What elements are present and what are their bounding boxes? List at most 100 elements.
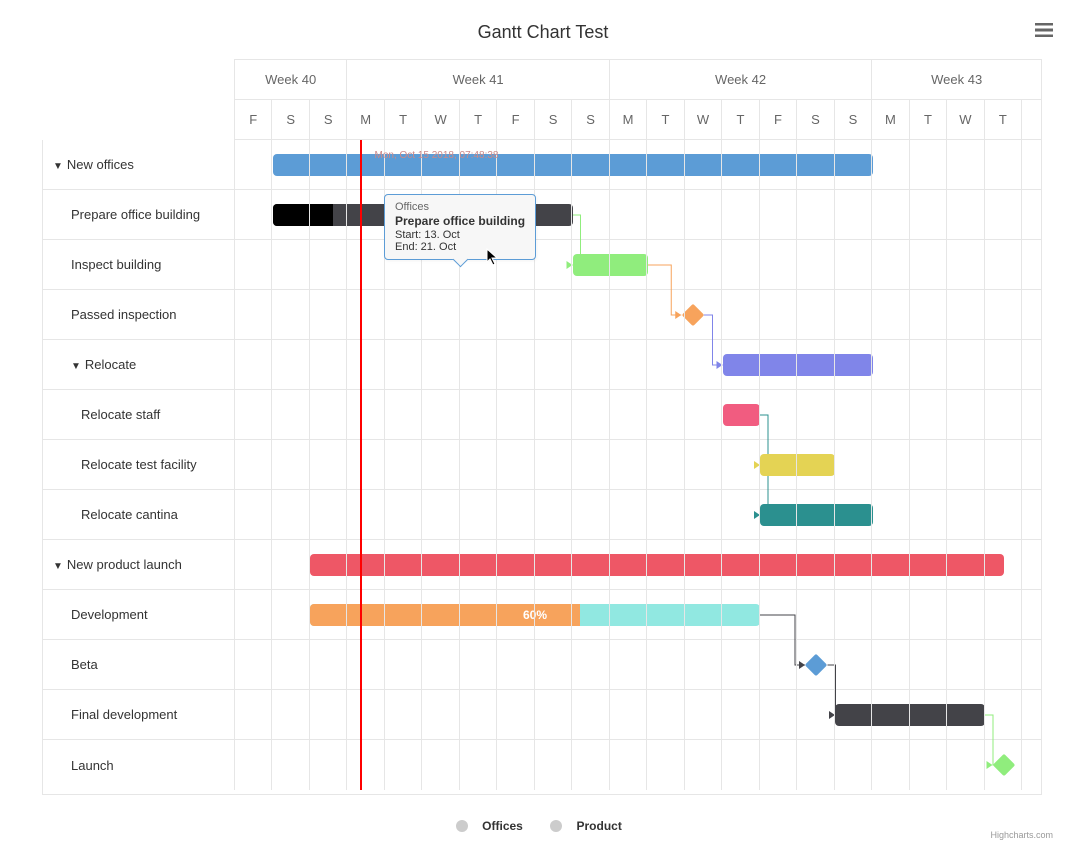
- day-header-cell: M: [610, 100, 647, 139]
- task-row-label: Beta: [43, 640, 235, 689]
- task-row: Beta: [43, 640, 1041, 690]
- day-header-cell: M: [347, 100, 384, 139]
- task-timeline: [235, 590, 1041, 639]
- legend-swatch-icon: [456, 820, 468, 832]
- task-timeline: [235, 690, 1041, 739]
- task-name-text: Passed inspection: [71, 307, 177, 322]
- task-row: Relocate test facility: [43, 440, 1041, 490]
- task-row-label: Passed inspection: [43, 290, 235, 339]
- task-row-label: Relocate cantina: [43, 490, 235, 539]
- legend: Offices Product: [0, 819, 1086, 835]
- task-timeline: [235, 490, 1041, 539]
- task-timeline: [235, 340, 1041, 389]
- day-header-cell: S: [797, 100, 834, 139]
- legend-item-product[interactable]: Product: [550, 819, 629, 833]
- task-name-text: Final development: [71, 707, 177, 722]
- day-header-cell: T: [722, 100, 759, 139]
- task-name-text: Prepare office building: [71, 207, 200, 222]
- day-header-cell: T: [460, 100, 497, 139]
- week-header-cell: Week 43: [872, 60, 1041, 99]
- task-row-label[interactable]: ▼ New offices: [43, 140, 235, 189]
- task-timeline: [235, 740, 1041, 790]
- task-row: Launch: [43, 740, 1041, 790]
- task-timeline: [235, 390, 1041, 439]
- day-header-cell: W: [685, 100, 722, 139]
- task-timeline: [235, 540, 1041, 589]
- legend-label: Offices: [482, 819, 523, 833]
- day-header-cell: T: [647, 100, 684, 139]
- legend-swatch-icon: [550, 820, 562, 832]
- day-header-cell: T: [910, 100, 947, 139]
- day-header-cell: W: [422, 100, 459, 139]
- task-row: Inspect building: [43, 240, 1041, 290]
- task-row: Prepare office building: [43, 190, 1041, 240]
- task-row: ▼ New offices: [43, 140, 1041, 190]
- task-row-label: Launch: [43, 740, 235, 790]
- header-corner-mask: [42, 59, 234, 140]
- chart-menu-button[interactable]: [1035, 23, 1053, 37]
- day-header-cell: W: [947, 100, 984, 139]
- task-row-label[interactable]: ▼ Relocate: [43, 340, 235, 389]
- task-name-text: Relocate cantina: [81, 507, 178, 522]
- task-row: Final development: [43, 690, 1041, 740]
- task-timeline: [235, 190, 1041, 239]
- task-name-text: Inspect building: [71, 257, 161, 272]
- task-timeline: [235, 640, 1041, 689]
- task-row-label: Development: [43, 590, 235, 639]
- day-header-cell: S: [272, 100, 309, 139]
- task-row: ▼ New product launch: [43, 540, 1041, 590]
- week-header-cell: Week 41: [347, 60, 609, 99]
- day-header-cell: T: [385, 100, 422, 139]
- task-row-label: Prepare office building: [43, 190, 235, 239]
- task-row: Relocate cantina: [43, 490, 1041, 540]
- task-row-label[interactable]: ▼ New product launch: [43, 540, 235, 589]
- hamburger-icon: [1035, 23, 1053, 37]
- day-header-cell: S: [310, 100, 347, 139]
- collapse-caret-icon: ▼: [53, 561, 63, 572]
- legend-item-offices[interactable]: Offices: [456, 819, 531, 833]
- legend-label: Product: [576, 819, 621, 833]
- task-timeline: [235, 240, 1041, 289]
- task-row-label: Inspect building: [43, 240, 235, 289]
- week-header-cell: Week 40: [235, 60, 347, 99]
- day-header-cell: S: [572, 100, 609, 139]
- tooltip-end: End: 21. Oct: [395, 241, 525, 253]
- task-name-text: Relocate staff: [81, 407, 160, 422]
- credits-link[interactable]: Highcharts.com: [990, 830, 1053, 840]
- task-row-label: Relocate staff: [43, 390, 235, 439]
- day-header-cell: [1022, 100, 1041, 139]
- task-name-text: Relocate test facility: [81, 457, 197, 472]
- task-name-text: Launch: [71, 758, 114, 773]
- week-header-cell: Week 42: [610, 60, 872, 99]
- task-name-text: Relocate: [85, 357, 136, 372]
- task-timeline: [235, 290, 1041, 339]
- task-row: Relocate staff: [43, 390, 1041, 440]
- cursor-icon: [486, 248, 500, 269]
- task-name-text: Beta: [71, 657, 98, 672]
- day-header-cell: S: [835, 100, 872, 139]
- chart-title: Gantt Chart Test: [0, 22, 1086, 43]
- task-timeline: [235, 440, 1041, 489]
- gantt-grid: Week 40Week 41Week 42Week 43 FSSMTWTFSSM…: [42, 59, 1042, 795]
- collapse-caret-icon: ▼: [71, 361, 81, 372]
- task-timeline: [235, 140, 1041, 189]
- task-row: Development: [43, 590, 1041, 640]
- task-name-text: New offices: [67, 157, 134, 172]
- task-row: Passed inspection: [43, 290, 1041, 340]
- day-header-cell: F: [497, 100, 534, 139]
- day-header-cell: M: [872, 100, 909, 139]
- gantt-body: Mon, Oct 15 2018, 07:48:3820%60% ▼New of…: [43, 140, 1041, 790]
- day-header-cell: S: [535, 100, 572, 139]
- task-row-label: Final development: [43, 690, 235, 739]
- task-row-label: Relocate test facility: [43, 440, 235, 489]
- task-name-text: New product launch: [67, 557, 182, 572]
- day-header-cell: F: [235, 100, 272, 139]
- task-tooltip: Offices Prepare office building Start: 1…: [384, 194, 536, 260]
- tooltip-start: Start: 13. Oct: [395, 229, 525, 241]
- collapse-caret-icon: ▼: [53, 161, 63, 172]
- tooltip-category: Offices: [395, 201, 525, 213]
- task-row: ▼ Relocate: [43, 340, 1041, 390]
- task-name-text: Development: [71, 607, 148, 622]
- day-header-cell: T: [985, 100, 1022, 139]
- tooltip-task-name: Prepare office building: [395, 214, 525, 228]
